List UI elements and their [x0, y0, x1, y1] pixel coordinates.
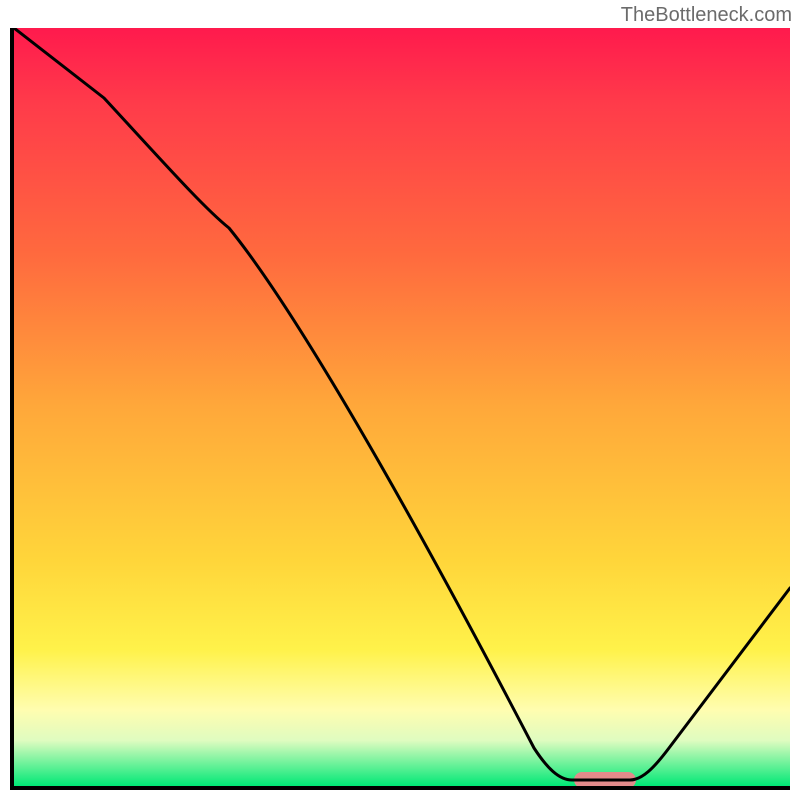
watermark-text: TheBottleneck.com: [621, 4, 792, 27]
chart-container: TheBottleneck.com: [0, 0, 800, 800]
plot-area: [10, 28, 790, 790]
bottleneck-curve: [14, 28, 790, 786]
curve-path: [14, 28, 790, 780]
